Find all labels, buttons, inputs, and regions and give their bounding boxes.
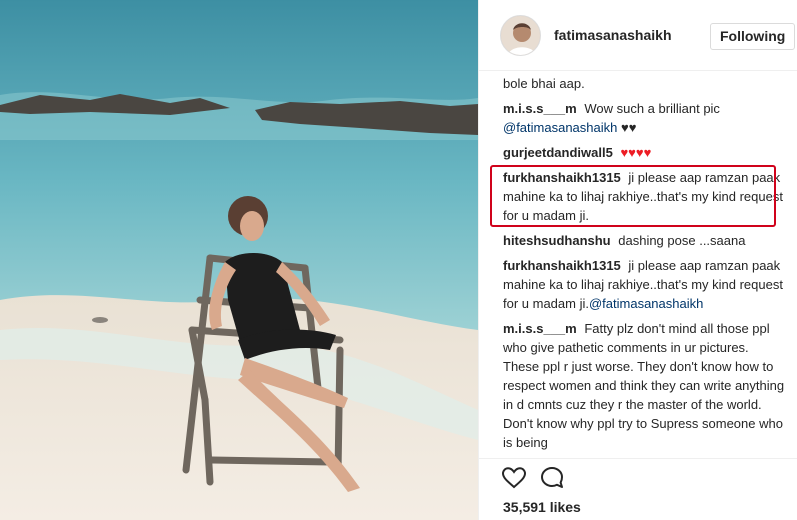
comment-item: bole bhai aap. [503,74,787,93]
avatar[interactable] [500,15,541,56]
comment-username[interactable]: m.i.s.s___m [503,101,577,116]
comment-item: hiteshsudhanshu dashing pose ...saana [503,231,787,250]
comment-hearts: ♥♥♥♥ [620,145,652,160]
following-button[interactable]: Following [710,23,796,50]
comment-text: Fatty plz don't mind all those ppl who g… [503,321,785,450]
comment-text: bole bhai aap. [503,76,585,91]
comment-username[interactable]: hiteshsudhanshu [503,233,611,248]
comment-item: m.i.s.s___m Wow such a brilliant pic @fa… [503,99,787,137]
comment-item: m.i.s.s___m Fatty plz don't mind all tho… [503,319,787,452]
comment-mention-link[interactable]: @fatimasanashaikh [589,296,703,311]
comment-emoji: ♥♥ [621,120,637,135]
comment-username[interactable]: furkhanshaikh1315 [503,258,621,273]
post-sidebar: fatimasanashaikh Following bole bhai aap… [478,0,797,520]
comments-list[interactable]: bole bhai aap. m.i.s.s___m Wow such a br… [503,74,787,459]
likes-count[interactable]: 35,591 likes [503,499,581,515]
comment-item: furkhanshaikh1315 ji please aap ramzan p… [503,256,787,313]
post-photo[interactable] [0,0,478,520]
avatar-image [501,16,540,55]
comment-text: dashing pose ...saana [618,233,746,248]
post-username[interactable]: fatimasanashaikh [554,27,672,43]
instagram-post: fatimasanashaikh Following bole bhai aap… [0,0,797,520]
comment-item: gurjeetdandiwall5 ♥♥♥♥ [503,143,787,162]
comment-bubble-icon[interactable] [539,465,565,491]
comment-mention-link[interactable]: @fatimasanashaikh [503,120,617,135]
comment-username[interactable]: gurjeetdandiwall5 [503,145,613,160]
comment-username[interactable]: m.i.s.s___m [503,321,577,336]
highlight-box [490,165,776,227]
post-actions: 35,591 likes [479,458,797,520]
post-header: fatimasanashaikh Following [479,0,797,71]
beach-photo-image [0,0,478,520]
comment-text: Wow such a brilliant pic [584,101,720,116]
heart-outline-icon[interactable] [501,465,527,491]
